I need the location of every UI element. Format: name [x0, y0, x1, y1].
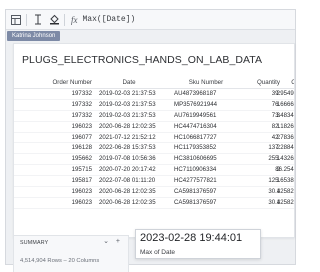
cell-order-number[interactable]: 197332 [14, 89, 92, 100]
cell-date[interactable]: 2019-02-03 21:37:53 [99, 89, 169, 100]
cell-cost[interactable]: 30.42582417 [254, 187, 294, 198]
formula-toolbar: fx Max([Date]) [6, 10, 295, 30]
cell-date[interactable]: 2020-06-28 12:02:35 [99, 122, 169, 133]
cell-cost[interactable]: 76.6666666 [254, 100, 294, 111]
table-row[interactable]: 195662 2019-07-08 10:56:36 HC3810606695 1 25… [14, 154, 294, 166]
summary-controls: ⌄ + [98, 237, 120, 245]
cell-date[interactable]: 2020-06-28 12:02:35 [99, 198, 169, 209]
cell-order-number[interactable]: 196023 [14, 187, 92, 198]
text-cursor-icon[interactable] [31, 13, 45, 27]
cell-date[interactable]: 2022-06-28 15:37:53 [99, 143, 169, 154]
grid-body: 197332 2019-02-03 21:37:53 AU4873968187 2 39… [14, 89, 294, 209]
table-row[interactable]: 197332 2019-02-03 21:37:53 AU7619949561 3 73… [14, 111, 294, 122]
table-row[interactable]: 197332 2019-02-03 21:37:53 MP3576921944 1 76… [14, 100, 294, 111]
cell-order-number[interactable]: 196077 [14, 133, 92, 144]
table-row[interactable]: 196023 2020-06-28 12:02:35 CA5981376597 1 30… [14, 187, 294, 198]
table-title: PLUGS_ELECTRONICS_HANDS_ON_LAB_DATA [22, 54, 263, 66]
chevron-down-icon[interactable]: ⌄ [103, 238, 109, 245]
table-row[interactable]: 196023 2020-06-28 12:02:35 HC4474716304 1 82… [14, 122, 294, 133]
cell-cost[interactable]: 137.2884615 [254, 143, 294, 154]
cell-order-number[interactable]: 195817 [14, 176, 92, 187]
table-icon[interactable] [9, 13, 23, 27]
cell-order-number[interactable]: 196023 [14, 198, 92, 209]
table-row[interactable]: 195715 2020-07-20 20:17:42 HC7110906334 2 86… [14, 165, 294, 177]
summary-result-card[interactable]: 2023-02-28 19:44:01 Max of Date [135, 229, 261, 259]
cell-cost[interactable]: 86.254807 [254, 165, 294, 176]
formula-input[interactable]: Max([Date]) [83, 15, 136, 24]
column-header-date[interactable]: Date [94, 77, 164, 89]
cell-cost[interactable]: 39.9549549 [254, 89, 294, 100]
cell-date[interactable]: 2019-02-03 21:37:53 [99, 100, 169, 111]
cell-cost[interactable]: 30.42582417 [254, 198, 294, 209]
toolbar-divider [64, 13, 65, 26]
data-table-panel: PLUGS_ELECTRONICS_HANDS_ON_LAB_DATA Orde… [13, 43, 295, 238]
cell-cost[interactable]: 73.4834834 [254, 111, 294, 122]
paint-bucket-icon[interactable] [47, 13, 61, 27]
cell-cost[interactable]: 42.7836538 [254, 133, 294, 144]
summary-panel: SUMMARY ⌄ + 4,514,904 Rows – 20 Columns [13, 235, 129, 272]
column-header-order-number[interactable]: Order Number [14, 77, 92, 89]
cell-order-number[interactable]: 197332 [14, 111, 92, 122]
result-label: Max of Date [140, 249, 176, 256]
grid-header: Order Number Date Sku Number Quantity Co… [14, 77, 294, 89]
data-grid: Order Number Date Sku Number Quantity Co… [14, 77, 294, 209]
result-value: 2023-02-28 19:44:01 [140, 232, 243, 244]
table-row[interactable]: 197332 2019-02-03 21:37:53 AU4873968187 2 39… [14, 89, 294, 100]
cell-date[interactable]: 2019-07-08 10:56:36 [99, 154, 169, 165]
fx-icon: fx [71, 14, 78, 25]
cell-order-number[interactable]: 195662 [14, 154, 92, 165]
cell-order-number[interactable]: 197332 [14, 100, 92, 111]
table-row[interactable]: 196128 2022-06-28 15:37:53 HC1179353852 2 13… [14, 143, 294, 155]
cell-order-number[interactable]: 195715 [14, 165, 92, 176]
summary-tab[interactable]: SUMMARY [20, 240, 48, 246]
cell-cost[interactable]: 125.6538461 [254, 176, 294, 187]
cell-cost[interactable]: 82.1826923 [254, 122, 294, 133]
table-row[interactable]: 196023 2020-06-28 12:02:35 CA5981376597 1 30… [14, 198, 294, 209]
row-count: 4,514,904 Rows – 20 Columns [20, 258, 100, 264]
cell-date[interactable]: 2020-06-28 12:02:35 [99, 187, 169, 198]
column-header-cost[interactable]: Cost [254, 77, 294, 89]
add-icon[interactable]: + [116, 238, 120, 245]
workbook-window: fx Max([Date]) Katrina Johnson PLUGS_ELE… [5, 9, 296, 272]
table-row[interactable]: 195817 2022-07-08 01:11:20 HC4277577821 1 12… [14, 176, 294, 188]
cell-date[interactable]: 2021-07-12 21:52:12 [99, 133, 169, 144]
table-row[interactable]: 196077 2021-07-12 21:52:12 HC1066817727 2 42… [14, 133, 294, 144]
cell-order-number[interactable]: 196128 [14, 143, 92, 154]
collaborator-badge: Katrina Johnson [7, 31, 61, 41]
cell-date[interactable]: 2020-07-20 20:17:42 [99, 165, 169, 176]
toolbar-divider [26, 13, 27, 26]
cell-date[interactable]: 2022-07-08 01:11:20 [99, 176, 169, 187]
cell-order-number[interactable]: 196023 [14, 122, 92, 133]
cell-cost[interactable]: 255.4326923 [254, 154, 294, 165]
cell-date[interactable]: 2019-02-03 21:37:53 [99, 111, 169, 122]
